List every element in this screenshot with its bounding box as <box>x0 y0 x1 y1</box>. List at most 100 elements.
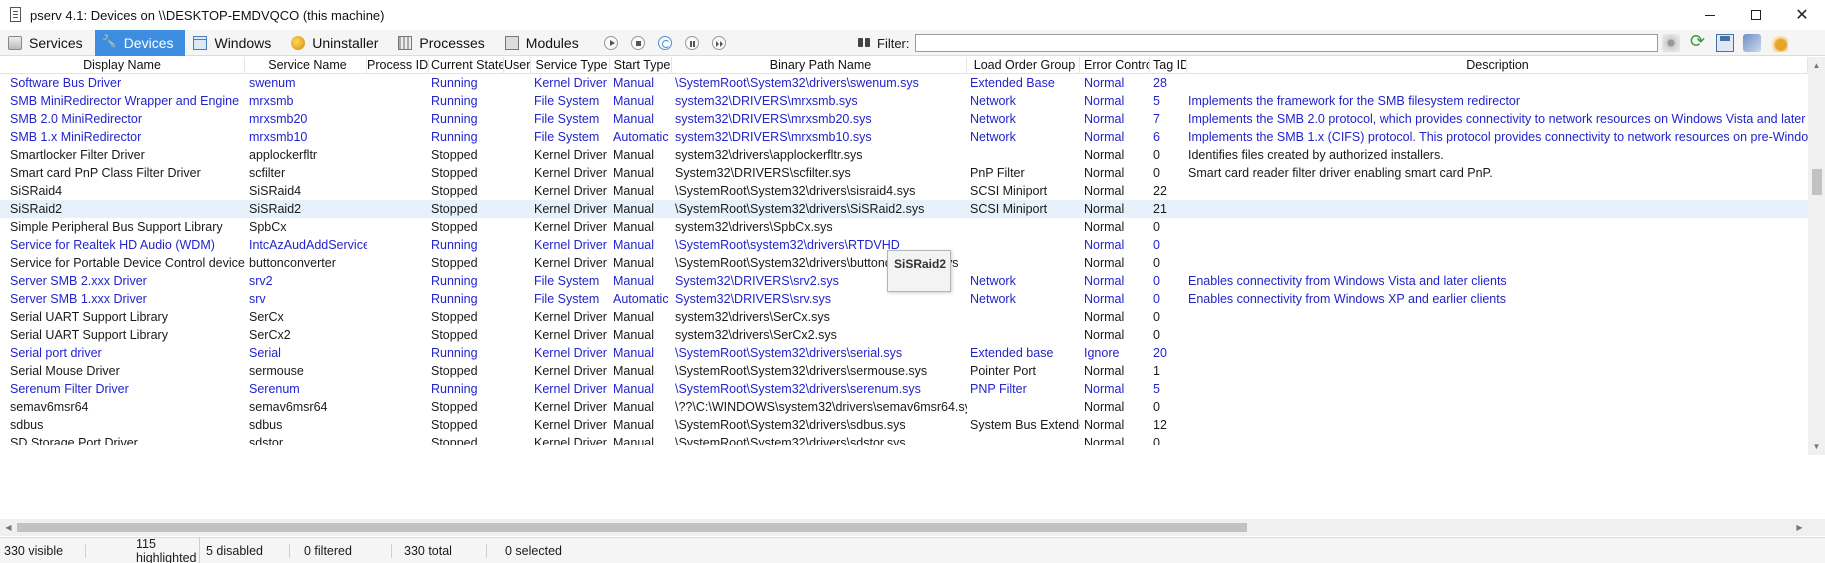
cell-tag-id: 0 <box>1153 238 1160 252</box>
horizontal-scrollbar[interactable]: ◀ ▶ <box>0 519 1808 536</box>
column-header-description[interactable]: Description <box>1187 57 1808 74</box>
cell-display-name: Server SMB 1.xxx Driver <box>10 292 147 306</box>
cell-user <box>504 290 531 308</box>
table-row[interactable]: Serial Mouse Driver sermouse Stopped Kernel… <box>0 362 1808 380</box>
column-header-process-id[interactable]: Process ID <box>367 57 429 74</box>
cell-user <box>504 434 531 445</box>
cell-description <box>1187 416 1808 434</box>
cell-display-name: SMB MiniRedirector Wrapper and Engine <box>10 94 240 108</box>
cell-start-type: Manual <box>613 400 654 414</box>
table-row[interactable]: Simple Peripheral Bus Support Library Spb… <box>0 218 1808 236</box>
table-row[interactable]: semav6msr64 semav6msr64 Stopped Kernel Driv… <box>0 398 1808 416</box>
tab-windows[interactable]: Windows <box>185 30 283 56</box>
table-row[interactable]: Smart card PnP Class Filter Driver scfilt… <box>0 164 1808 182</box>
cell-current-state: Running <box>431 130 478 144</box>
refresh-icon[interactable] <box>1689 31 1707 52</box>
cell-current-state: Stopped <box>431 400 478 414</box>
minimize-button[interactable] <box>1687 0 1733 30</box>
pause-icon[interactable] <box>684 35 699 50</box>
options-icon[interactable] <box>1770 34 1788 52</box>
tab-services[interactable]: Services <box>0 30 95 56</box>
column-header-service-type[interactable]: Service Type <box>531 57 610 74</box>
cell-start-type: Manual <box>613 202 654 216</box>
toolbar-right-icons <box>1662 31 1797 52</box>
cell-description <box>1187 182 1808 200</box>
tab-uninstaller[interactable]: Uninstaller <box>283 30 390 56</box>
cell-tag-id: 1 <box>1153 364 1160 378</box>
cell-description <box>1187 236 1808 254</box>
cell-service-name: mrxsmb10 <box>249 130 308 144</box>
cell-binary-path: System32\DRIVERS\scfilter.sys <box>675 166 851 180</box>
cell-binary-path: system32\DRIVERS\mrxsmb20.sys <box>675 112 872 126</box>
cell-process-id <box>367 74 429 92</box>
filter-input[interactable] <box>914 34 1658 52</box>
table-row[interactable]: SMB 1.x MiniRedirector mrxsmb10 Running Fil… <box>0 128 1808 146</box>
cell-process-id <box>367 380 429 398</box>
column-header-load-order-group[interactable]: Load Order Group <box>967 57 1080 74</box>
tab-devices[interactable]: Devices <box>94 29 186 56</box>
column-header-tag-id[interactable]: Tag ID <box>1150 57 1187 74</box>
table-row[interactable]: Smartlocker Filter Driver applockerfltr St… <box>0 146 1808 164</box>
table-row[interactable]: SMB 2.0 MiniRedirector mrxsmb20 Running Fil… <box>0 110 1808 128</box>
table-row[interactable]: Serial port driver Serial Running Kernel Dr… <box>0 344 1808 362</box>
cell-start-type: Manual <box>613 328 654 342</box>
restart-icon[interactable] <box>657 35 672 50</box>
table-row[interactable]: SD Storage Port Driver sdstor Stopped Kerne… <box>0 434 1808 445</box>
table-row[interactable]: SMB MiniRedirector Wrapper and Engine mrx… <box>0 92 1808 110</box>
cell-start-type: Manual <box>613 436 654 445</box>
cell-start-type: Manual <box>613 76 654 90</box>
horizontal-scroll-thumb[interactable] <box>17 523 1247 532</box>
devices-icon <box>102 34 117 50</box>
column-header-error-control[interactable]: Error Control <box>1080 57 1150 74</box>
scroll-left-icon[interactable]: ◀ <box>0 519 17 536</box>
save-icon[interactable] <box>1716 34 1734 52</box>
column-header-start-type[interactable]: Start Type <box>610 57 672 74</box>
maximize-button[interactable] <box>1733 0 1779 30</box>
cell-current-state: Running <box>431 274 478 288</box>
cell-service-type: File System <box>534 274 600 288</box>
table-row[interactable]: Serenum Filter Driver Serenum Running Kerne… <box>0 380 1808 398</box>
scroll-right-icon[interactable]: ▶ <box>1791 519 1808 536</box>
table-row[interactable]: Serial UART Support Library SerCx2 Stopped… <box>0 326 1808 344</box>
scroll-up-icon[interactable]: ▲ <box>1808 57 1825 74</box>
settings-icon[interactable] <box>1662 34 1680 52</box>
cell-description: Enables connectivity from Windows XP and… <box>1188 292 1506 306</box>
cell-display-name: semav6msr64 <box>10 400 89 414</box>
vertical-scrollbar[interactable]: ▲ ▼ <box>1808 57 1825 455</box>
stop-icon[interactable] <box>630 35 645 50</box>
connect-icon[interactable] <box>1743 34 1761 52</box>
cell-start-type: Manual <box>613 382 654 396</box>
cell-display-name: Serial Mouse Driver <box>10 364 120 378</box>
table-row[interactable]: Server SMB 1.xxx Driver srv Running File Sy… <box>0 290 1808 308</box>
table-row[interactable]: SiSRaid4 SiSRaid4 Stopped Kernel Driver Manu… <box>0 182 1808 200</box>
cell-process-id <box>367 182 429 200</box>
cell-service-name: IntcAzAudAddService <box>249 238 367 252</box>
column-header-service-name[interactable]: Service Name <box>245 57 367 74</box>
cell-start-type: Manual <box>613 184 654 198</box>
cell-process-id <box>367 398 429 416</box>
cell-error-control: Ignore <box>1084 346 1120 360</box>
table-row[interactable]: SiSRaid2 SiSRaid2 Stopped Kernel Driver Manu… <box>0 200 1808 218</box>
resume-icon[interactable] <box>711 35 726 50</box>
close-button[interactable]: ✕ <box>1779 0 1825 30</box>
cell-description: Identifies files created by authorized i… <box>1188 148 1444 162</box>
table-row[interactable]: Serial UART Support Library SerCx Stopped K… <box>0 308 1808 326</box>
column-header-user[interactable]: User <box>504 57 531 74</box>
cell-tag-id: 0 <box>1153 274 1160 288</box>
cell-service-type: Kernel Driver <box>534 400 607 414</box>
table-row[interactable]: Software Bus Driver swenum Running Kernel D… <box>0 74 1808 92</box>
cell-tag-id: 7 <box>1153 112 1160 126</box>
start-icon[interactable] <box>603 35 618 50</box>
cell-binary-path: \??\C:\WINDOWS\system32\drivers\semav6ms… <box>675 400 967 414</box>
cell-service-name: sermouse <box>249 364 304 378</box>
tab-modules[interactable]: Modules <box>497 30 591 56</box>
scroll-down-icon[interactable]: ▼ <box>1808 438 1825 455</box>
table-row[interactable]: sdbus sdbus Stopped Kernel Driver Manual \Sys… <box>0 416 1808 434</box>
tab-processes[interactable]: Processes <box>390 30 496 56</box>
cell-user <box>504 236 531 254</box>
cell-load-order-group: Network <box>970 292 1016 306</box>
column-header-display-name[interactable]: Display Name <box>0 57 245 74</box>
column-header-binary-path[interactable]: Binary Path Name <box>672 57 967 74</box>
vertical-scroll-thumb[interactable] <box>1812 169 1822 195</box>
column-header-current-state[interactable]: Current State <box>429 57 504 74</box>
